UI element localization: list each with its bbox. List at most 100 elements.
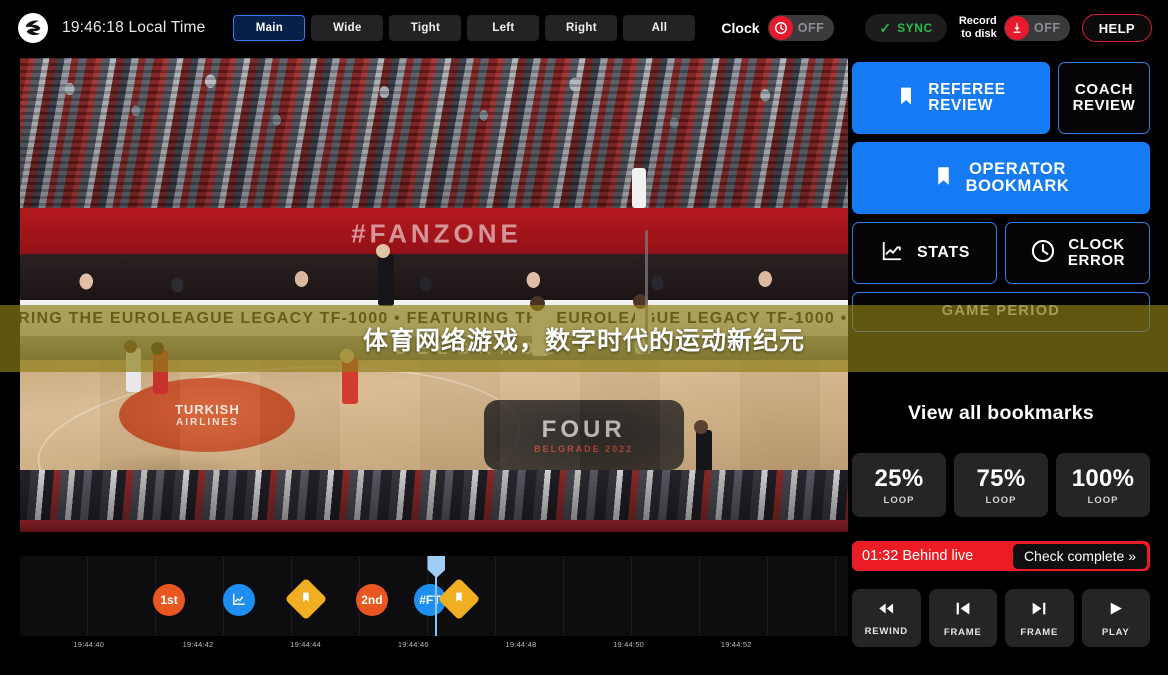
chart-line-icon — [231, 592, 247, 609]
timeline-timestamps: 19:44:40 19:44:42 19:44:44 19:44:46 19:4… — [20, 640, 848, 658]
stats-button[interactable]: STATS — [852, 222, 997, 284]
camera-tab-tight[interactable]: Tight — [389, 15, 462, 41]
view-all-bookmarks-link[interactable]: View all bookmarks — [852, 402, 1150, 425]
record-toggle-state: OFF — [1033, 21, 1061, 35]
bookmark-icon — [453, 590, 464, 609]
review-button-row: REFEREE REVIEW COACH REVIEW — [852, 62, 1150, 134]
clock-toggle[interactable]: OFF — [767, 15, 834, 41]
stats-label: STATS — [916, 243, 971, 261]
camera-tab-left[interactable]: Left — [467, 15, 540, 41]
loop-speed-row: 25% LOOP 75% LOOP 100% LOOP — [852, 453, 1150, 517]
timeline-marker-label: 2nd — [361, 593, 383, 607]
frame-forward-label: FRAME — [1020, 626, 1059, 638]
rewind-label: REWIND — [864, 625, 908, 637]
headline-overlay-text: 体育网络游戏，数字时代的运动新纪元 — [362, 326, 805, 355]
play-button[interactable]: PLAY — [1081, 589, 1150, 647]
help-button[interactable]: HELP — [1081, 14, 1152, 42]
loop-100-percent: 100% — [1071, 464, 1135, 492]
clock-label: Clock — [721, 20, 760, 36]
clock-error-label: CLOCK ERROR — [1067, 236, 1126, 269]
timestamp-label: 19:44:48 — [505, 640, 537, 649]
frame-forward-icon — [1029, 599, 1049, 623]
timestamp-label: 19:44:50 — [613, 640, 644, 649]
frame-back-icon — [953, 599, 973, 623]
local-time-label: 19:46:18 Local Time — [62, 19, 206, 36]
video-frame-content: #FANZONE FEATURING THE EUROLEAGUE LEGACY… — [20, 58, 848, 532]
camera-tab-all[interactable]: All — [623, 15, 696, 41]
top-bar: 19:46:18 Local Time Main Wide Tight Left… — [0, 0, 1168, 56]
record-to-disk-group: Record to disk OFF — [959, 15, 1070, 41]
loop-100-button[interactable]: 100% LOOP — [1056, 453, 1150, 517]
loop-75-button[interactable]: 75% LOOP — [954, 453, 1048, 517]
timeline-marker-circle — [223, 584, 256, 616]
arena-railing — [20, 520, 848, 532]
timeline-marker-bookmark-1[interactable] — [284, 577, 327, 621]
clock-icon — [1030, 238, 1056, 269]
timeline-marker-diamond — [284, 577, 327, 621]
coach-review-button[interactable]: COACH REVIEW — [1058, 62, 1150, 134]
top-right-controls: ✓ SYNC Record to disk OFF HELP — [865, 14, 1152, 42]
frame-back-label: FRAME — [943, 626, 982, 638]
clock-icon — [768, 16, 793, 40]
coach-review-label: COACH REVIEW — [1072, 81, 1136, 114]
referee-review-label: REFEREE REVIEW — [928, 80, 1006, 114]
check-icon: ✓ — [879, 19, 892, 36]
camera-tab-wide[interactable]: Wide — [311, 15, 384, 41]
rewind-button[interactable]: REWIND — [852, 589, 921, 647]
loop-75-percent: 75% — [976, 464, 1026, 492]
timeline-marker-bookmark-2[interactable] — [437, 577, 481, 621]
euroleague-logo-icon — [18, 13, 48, 43]
loop-25-button[interactable]: 25% LOOP — [852, 453, 946, 517]
play-icon — [1105, 599, 1126, 623]
record-to-disk-toggle[interactable]: OFF — [1003, 15, 1070, 41]
timeline-marker-period-2nd[interactable]: 2nd — [355, 584, 388, 616]
sync-button[interactable]: ✓ SYNC — [865, 14, 947, 42]
timeline-marker-diamond — [437, 577, 481, 621]
chart-line-icon — [879, 240, 905, 267]
loop-25-percent: 25% — [874, 464, 924, 492]
camera-tab-main[interactable]: Main — [233, 15, 306, 41]
rewind-icon — [874, 600, 898, 622]
timeline-marker-circle: 1st — [153, 584, 186, 616]
clock-toggle-state: OFF — [797, 21, 825, 35]
timeline-marker-period-1st[interactable]: 1st — [153, 584, 186, 616]
download-icon — [1004, 16, 1029, 40]
bookmark-icon — [300, 590, 311, 609]
players-layer — [20, 58, 848, 532]
timestamp-label: 19:44:44 — [290, 640, 322, 649]
timestamp-label: 19:44:46 — [397, 640, 429, 649]
operator-bookmark-label: OPERATOR BOOKMARK — [965, 159, 1070, 195]
transport-controls: REWIND FRAME FRAME PLAY — [852, 589, 1150, 647]
stats-clock-row: STATS CLOCK ERROR — [852, 222, 1150, 284]
check-complete-button[interactable]: Check complete » — [1012, 543, 1147, 569]
headline-overlay-banner: 体育网络游戏，数字时代的运动新纪元 — [0, 305, 1168, 372]
sync-label: SYNC — [897, 21, 933, 35]
timeline-marker-label: 1st — [160, 593, 178, 607]
bookmark-icon — [896, 84, 916, 113]
video-review-app: 19:46:18 Local Time Main Wide Tight Left… — [0, 0, 1168, 675]
timestamp-label: 19:44:40 — [73, 640, 105, 649]
referee-review-button[interactable]: REFEREE REVIEW — [852, 62, 1050, 134]
timestamp-label: 19:44:52 — [720, 640, 752, 649]
loop-25-sublabel: LOOP — [883, 494, 915, 506]
clock-error-button[interactable]: CLOCK ERROR — [1005, 222, 1150, 284]
frame-forward-button[interactable]: FRAME — [1005, 589, 1074, 647]
bookmark-icon — [933, 163, 954, 194]
timeline-marker-circle: 2nd — [355, 584, 388, 616]
timestamp-label: 19:44:42 — [182, 640, 214, 649]
timeline-playhead[interactable] — [427, 556, 446, 636]
play-label: PLAY — [1101, 626, 1130, 638]
clock-toggle-group: Clock OFF — [721, 15, 834, 41]
timeline-marker-stats[interactable] — [223, 584, 256, 616]
video-player[interactable]: #FANZONE FEATURING THE EUROLEAGUE LEGACY… — [20, 58, 848, 532]
behind-live-text: 01:32 Behind live — [862, 548, 974, 564]
behind-live-status-bar: 01:32 Behind live Check complete » — [852, 541, 1150, 571]
loop-100-sublabel: LOOP — [1087, 494, 1119, 506]
loop-75-sublabel: LOOP — [985, 494, 1017, 506]
operator-bookmark-button[interactable]: OPERATOR BOOKMARK — [852, 142, 1150, 214]
record-to-disk-label: Record to disk — [958, 15, 997, 40]
frame-back-button[interactable]: FRAME — [928, 589, 997, 647]
camera-tab-right[interactable]: Right — [545, 15, 618, 41]
camera-tabs: Main Wide Tight Left Right All — [233, 15, 696, 41]
timeline-scrubber[interactable]: 1st 2nd #FT — [20, 556, 848, 636]
